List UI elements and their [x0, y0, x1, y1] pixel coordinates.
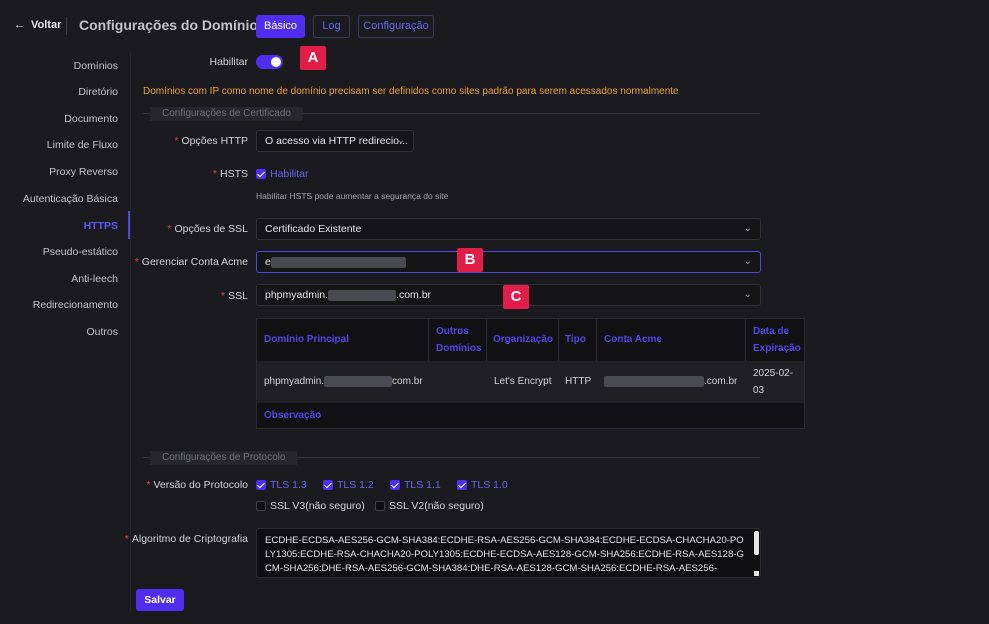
redacted-blur — [324, 375, 393, 387]
ssl-options-label: * Opções de SSL — [167, 223, 248, 235]
arrow-left-icon: ← — [14, 19, 25, 31]
ssl-options-select[interactable]: Certificado Existente ⌄ — [256, 218, 761, 240]
column-divider — [428, 319, 429, 361]
tls12-label[interactable]: TLS 1.2 — [337, 479, 374, 491]
th-organization: Organização — [493, 334, 554, 345]
http-options-label: * Opções HTTP — [174, 135, 248, 147]
chevron-down-icon: ⌄ — [743, 256, 752, 267]
save-button[interactable]: Salvar — [136, 589, 184, 611]
hsts-help-text: Habilitar HSTS pode aumentar a segurança… — [256, 191, 449, 201]
header-divider — [66, 17, 67, 35]
column-divider — [596, 319, 597, 361]
chevron-down-icon: ⌄ — [396, 135, 405, 146]
tls10-checkbox[interactable] — [457, 480, 467, 490]
back-label: Voltar — [31, 19, 62, 31]
sidebar-item-limite-de-fluxo[interactable]: Limite de Fluxo — [47, 139, 118, 151]
cell-expiry: 2025-02- 03 — [753, 368, 794, 396]
hsts-checkbox-label[interactable]: Habilitar — [270, 168, 309, 180]
tab-log[interactable]: Log — [313, 15, 350, 38]
cell-acme-account: .com.br — [604, 373, 737, 390]
redacted-blur — [604, 375, 704, 387]
tab-configuracao[interactable]: Configuração — [358, 15, 434, 38]
column-divider — [486, 319, 487, 361]
sidebar-item-autenticacao-basica[interactable]: Autenticação Básica — [23, 193, 118, 205]
chevron-down-icon: ⌄ — [743, 223, 752, 234]
http-options-select[interactable]: O acesso via HTTP redirecio... ⌄ — [256, 130, 414, 152]
tab-basico[interactable]: Básico — [256, 15, 305, 38]
note-label: Observação — [264, 410, 322, 421]
sidebar-divider — [130, 52, 131, 612]
table-row: phpmyadmin. com.br Let's Encrypt HTTP .co… — [257, 361, 804, 403]
enable-label: Habilitar — [209, 56, 248, 68]
sslv2-label[interactable]: SSL V2(não seguro) — [389, 500, 484, 512]
th-type: Tipo — [565, 334, 586, 345]
ip-domain-warning: Domínios com IP como nome de domínio pre… — [143, 86, 679, 97]
th-other-domains: Outros Domínios — [436, 326, 482, 354]
th-main-domain: Domínio Principal — [264, 334, 350, 345]
sidebar-active-indicator — [128, 211, 130, 239]
protocol-section-title: Configurações de Protocolo — [150, 451, 298, 465]
redacted-blur — [270, 256, 406, 268]
page-title: Configurações do Domínio — [79, 17, 258, 33]
cipher-label: * Algoritmo de Criptografia — [124, 533, 248, 545]
protocol-version-label: * Versão do Protocolo — [146, 479, 248, 491]
chevron-down-icon: ⌄ — [743, 289, 752, 300]
sidebar-item-documento[interactable]: Documento — [64, 113, 118, 125]
tls13-label[interactable]: TLS 1.3 — [270, 479, 307, 491]
ssl-label: * SSL — [221, 290, 248, 302]
scrollbar-end — [754, 571, 759, 576]
certificate-table: Domínio Principal Outros Domínios Organiz… — [256, 318, 805, 429]
sidebar-item-diretorio[interactable]: Diretório — [78, 86, 118, 98]
back-button[interactable]: ← Voltar — [14, 19, 61, 31]
tls11-checkbox[interactable] — [390, 480, 400, 490]
redacted-blur — [328, 289, 397, 301]
cipher-text: ECDHE-ECDSA-AES256-GCM-SHA384:ECDHE-RSA-… — [265, 535, 744, 574]
cert-section-title: Configurações de Certificado — [150, 107, 303, 121]
th-expiry: Data de Expiração — [753, 326, 801, 354]
sidebar-item-proxy-reverso[interactable]: Proxy Reverso — [49, 166, 118, 178]
sidebar-item-pseudo-estatico[interactable]: Pseudo-estático — [43, 246, 118, 258]
sidebar-item-anti-leech[interactable]: Anti-leech — [71, 273, 118, 285]
sidebar-item-dominios[interactable]: Domínios — [74, 60, 118, 72]
acme-account-select[interactable]: e ⌄ — [256, 251, 761, 273]
cell-organization: Let's Encrypt — [494, 376, 552, 387]
column-divider — [558, 319, 559, 361]
top-bar: ← Voltar Configurações do Domínio Básico … — [0, 0, 989, 52]
cell-type: HTTP — [565, 376, 592, 387]
sslv3-label[interactable]: SSL V3(não seguro) — [270, 500, 365, 512]
sslv3-checkbox[interactable] — [256, 501, 266, 511]
sidebar-item-redirecionamento[interactable]: Redirecionamento — [33, 299, 118, 311]
scrollbar-thumb[interactable] — [754, 531, 759, 555]
toggle-knob — [271, 57, 281, 67]
hsts-label: * HSTS — [212, 168, 248, 180]
marker-a: A — [300, 46, 326, 70]
table-note-row: Observação — [257, 403, 804, 428]
enable-toggle[interactable] — [256, 55, 283, 69]
marker-c: C — [503, 285, 529, 309]
acme-account-label: * Gerenciar Conta Acme — [134, 256, 248, 268]
tls13-checkbox[interactable] — [256, 480, 266, 490]
tls10-label[interactable]: TLS 1.0 — [471, 479, 508, 491]
column-divider — [745, 319, 746, 361]
cipher-textarea[interactable]: ECDHE-ECDSA-AES256-GCM-SHA384:ECDHE-RSA-… — [256, 528, 761, 578]
hsts-checkbox[interactable] — [256, 169, 266, 179]
sidebar-item-https[interactable]: HTTPS — [84, 220, 118, 232]
tls12-checkbox[interactable] — [323, 480, 333, 490]
cell-main-domain: phpmyadmin. com.br — [264, 375, 423, 387]
tls11-label[interactable]: TLS 1.1 — [404, 479, 441, 491]
sidebar-item-outros[interactable]: Outros — [86, 326, 118, 338]
th-acme-account: Conta Acme — [604, 334, 662, 345]
sslv2-checkbox[interactable] — [375, 501, 385, 511]
marker-b: B — [457, 248, 483, 272]
